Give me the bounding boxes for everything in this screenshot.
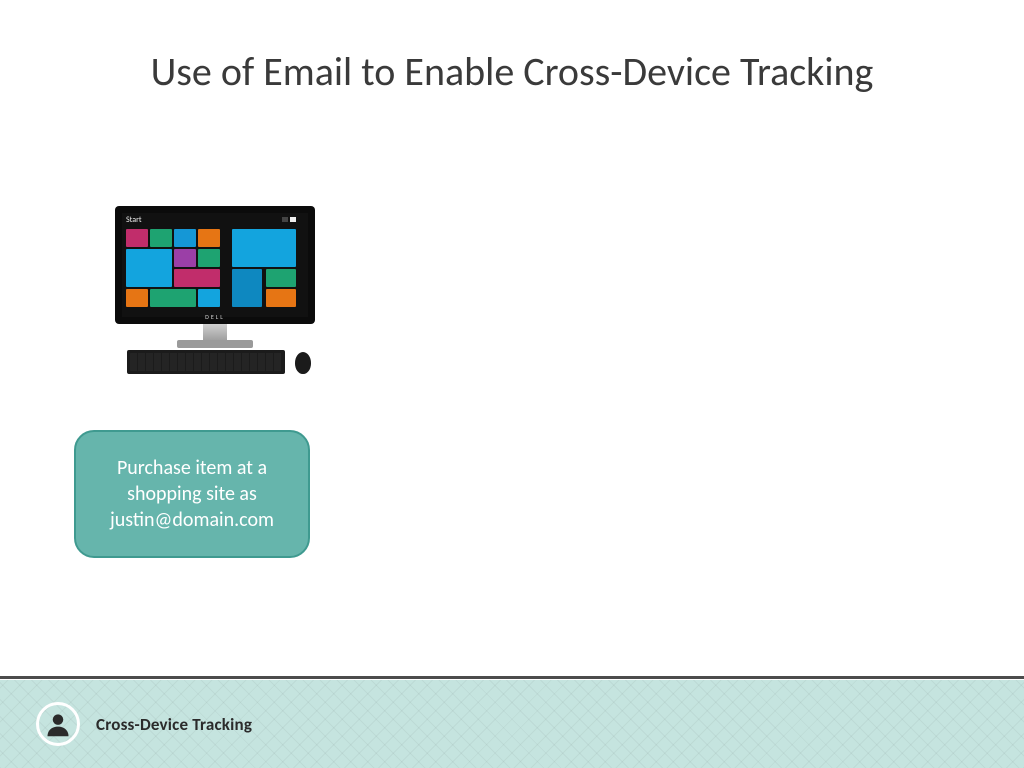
slide: Use of Email to Enable Cross-Device Trac… <box>0 0 1024 768</box>
purchase-callout: Purchase item at a shopping site as just… <box>74 430 310 558</box>
monitor-brand-label: DELL <box>115 313 315 321</box>
mouse-icon <box>295 352 311 374</box>
status-indicator-icon <box>282 217 302 222</box>
monitor-bezel: Start DELL <box>115 206 315 324</box>
footer-inner: Cross-Device Tracking <box>36 702 252 746</box>
start-tiles-icon <box>126 229 304 313</box>
monitor-screen: Start <box>122 213 308 317</box>
person-silhouette-icon <box>44 710 72 738</box>
monitor-base-icon <box>177 340 253 348</box>
footer-title: Cross-Device Tracking <box>96 714 252 735</box>
desktop-computer-illustration: Start DELL <box>115 206 315 376</box>
keyboard-icon <box>127 350 285 374</box>
footer: Cross-Device Tracking <box>0 680 1024 768</box>
slide-title: Use of Email to Enable Cross-Device Trac… <box>0 48 1024 96</box>
footer-divider <box>0 676 1024 679</box>
person-avatar-icon <box>36 702 80 746</box>
start-label: Start <box>126 215 142 225</box>
purchase-callout-text: Purchase item at a shopping site as just… <box>94 455 290 533</box>
